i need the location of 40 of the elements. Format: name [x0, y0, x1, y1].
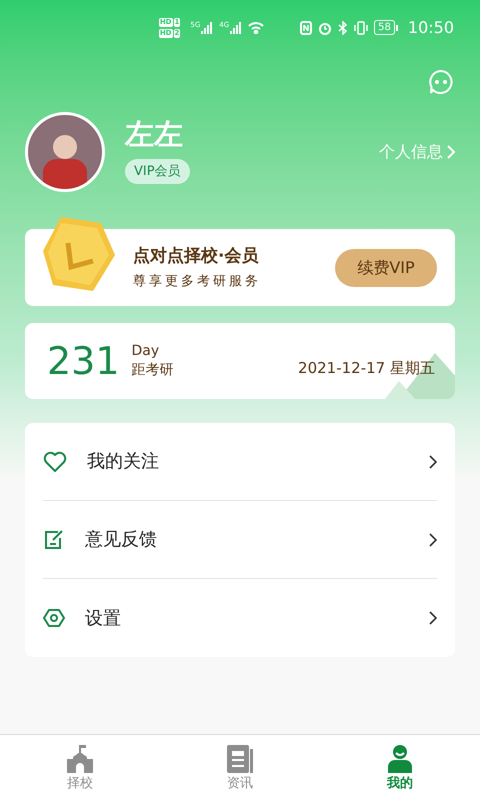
settings-icon	[43, 607, 65, 629]
tab[interactable]: 择校	[0, 735, 160, 800]
vip-title: 点对点择校·会员	[133, 244, 260, 268]
alarm-icon	[318, 20, 332, 34]
note-edit-icon	[43, 528, 65, 550]
signal-icon	[230, 22, 242, 34]
chevron-right-icon	[429, 532, 437, 546]
hexagon-badge-icon	[41, 215, 117, 293]
battery-level: 58	[378, 22, 391, 32]
day-unit: Day	[132, 342, 160, 360]
tab[interactable]: 资讯	[160, 735, 320, 800]
vip-subtitle: 尊享更多考研服务	[133, 273, 261, 291]
message-button[interactable]	[428, 69, 454, 95]
chevron-right-icon	[447, 145, 455, 159]
signal-icon	[201, 22, 214, 34]
bluetooth-icon	[338, 20, 348, 34]
exam-date: 2021-12-17 星期五	[298, 358, 435, 379]
chevron-right-icon	[429, 611, 437, 625]
chevron-right-icon	[429, 454, 437, 468]
chat-icon	[428, 69, 454, 95]
vip-badge: VIP会员	[125, 158, 190, 184]
menu-label: 设置	[85, 606, 121, 630]
newspaper-icon	[227, 745, 253, 773]
tab[interactable]: 我的	[320, 735, 480, 800]
school-icon	[67, 745, 93, 773]
vibrate-icon	[354, 20, 368, 34]
days-count: 231	[47, 342, 120, 380]
countdown-caption: 距考研	[132, 361, 174, 380]
menu-item[interactable]: 设置	[43, 579, 437, 657]
nfc-icon	[300, 20, 312, 34]
menu-item[interactable]: 意见反馈	[43, 501, 437, 579]
renew-vip-button[interactable]: 续费VIP	[335, 248, 437, 286]
heart-icon	[43, 450, 67, 472]
menu-label: 我的关注	[87, 450, 159, 474]
clock-time: 10:50	[408, 16, 454, 38]
menu-item[interactable]: 我的关注	[43, 423, 437, 501]
person-icon	[388, 745, 412, 773]
user-name: 左左	[125, 120, 184, 149]
menu-label: 意见反馈	[85, 528, 157, 552]
wifi-icon	[248, 21, 264, 34]
